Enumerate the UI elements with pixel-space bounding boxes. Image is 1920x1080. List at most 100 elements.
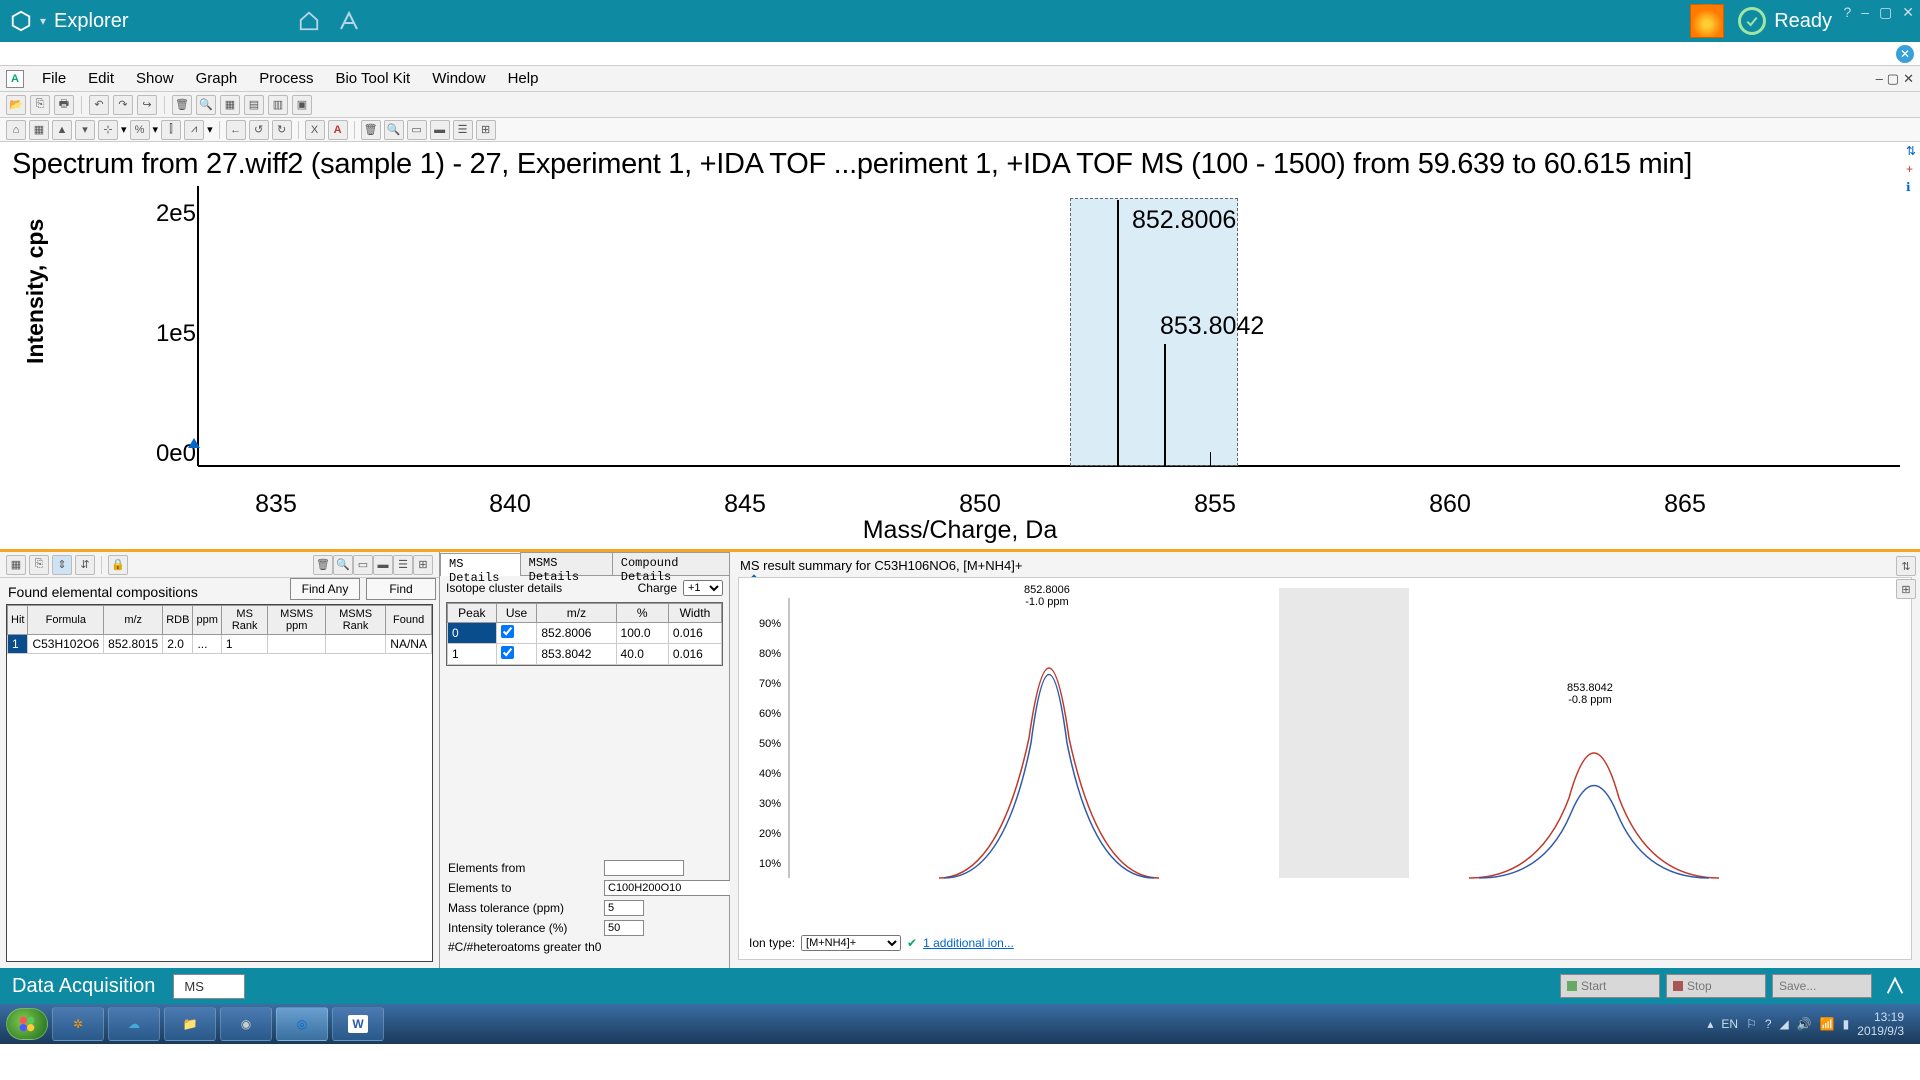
tray-vol-icon[interactable]: 🔊 bbox=[1797, 1017, 1812, 1031]
table-row[interactable]: 0 852.8006 100.0 0.016 bbox=[448, 623, 722, 644]
col-msrank[interactable]: MS Rank bbox=[221, 606, 268, 635]
delete-icon[interactable]: 🗑 bbox=[172, 95, 192, 115]
search-icon[interactable]: 🔍 bbox=[384, 120, 404, 140]
del-icon[interactable]: 🗑 bbox=[313, 555, 333, 575]
grid-icon[interactable]: ▦ bbox=[6, 555, 26, 575]
layout4-icon[interactable]: ▣ bbox=[292, 95, 312, 115]
forward-icon[interactable]: ↪ bbox=[137, 95, 157, 115]
win-c-icon[interactable]: ☰ bbox=[393, 555, 413, 575]
tray-flag-icon[interactable]: ⚐ bbox=[1746, 1017, 1757, 1031]
threshold-icon[interactable]: ⊹ bbox=[98, 120, 118, 140]
status-thumbnail-icon[interactable] bbox=[1690, 4, 1724, 38]
taskbar-item[interactable]: ✲ bbox=[52, 1007, 104, 1041]
stop-button[interactable]: Stop bbox=[1666, 974, 1766, 998]
compositions-table[interactable]: Hit Formula m/z RDB ppm MS Rank MSMS ppm… bbox=[6, 604, 433, 962]
taskbar-item[interactable]: ☁ bbox=[108, 1007, 160, 1041]
col-rdb[interactable]: RDB bbox=[163, 606, 193, 635]
taskbar-item[interactable]: ◎ bbox=[276, 1007, 328, 1041]
percent-icon[interactable]: % bbox=[130, 120, 150, 140]
find-button[interactable]: Find bbox=[366, 578, 436, 600]
undo-icon[interactable]: ↶ bbox=[89, 95, 109, 115]
use-checkbox[interactable] bbox=[501, 646, 514, 659]
layout2-icon[interactable]: ▤ bbox=[244, 95, 264, 115]
mass-tol-input[interactable] bbox=[604, 900, 644, 916]
lock-icon[interactable]: 🔒 bbox=[108, 555, 128, 575]
fwd2-nav-icon[interactable]: ↻ bbox=[272, 120, 292, 140]
menu-help[interactable]: Help bbox=[498, 68, 549, 89]
int-tol-input[interactable] bbox=[604, 920, 644, 936]
charge-select[interactable]: +1 bbox=[683, 580, 723, 596]
menu-edit[interactable]: Edit bbox=[78, 68, 124, 89]
restore-pane-icon[interactable]: ▢ bbox=[1887, 71, 1899, 87]
tab-compound-details[interactable]: Compound Details bbox=[612, 552, 730, 575]
expand-icon[interactable]: ⇕ bbox=[52, 555, 72, 575]
collapse-icon[interactable]: ⇵ bbox=[75, 555, 95, 575]
sciex-logo-icon[interactable] bbox=[335, 7, 363, 35]
marker-triangle-icon[interactable] bbox=[188, 438, 200, 448]
taskbar-item[interactable]: 📁 bbox=[164, 1007, 216, 1041]
col-ppm[interactable]: ppm bbox=[193, 606, 221, 635]
tray-bat-icon[interactable]: ▮ bbox=[1843, 1017, 1850, 1031]
window4-icon[interactable]: ⊞ bbox=[476, 120, 496, 140]
layout3-icon[interactable]: ▥ bbox=[268, 95, 288, 115]
start-button-icon[interactable] bbox=[6, 1008, 48, 1040]
taskbar-clock[interactable]: 13:19 2019/9/3 bbox=[1857, 1010, 1904, 1039]
copy2-icon[interactable]: ⎘ bbox=[29, 555, 49, 575]
peak-down-icon[interactable]: ▾ bbox=[75, 120, 95, 140]
elements-to-input[interactable] bbox=[604, 880, 734, 896]
find-any-button[interactable]: Find Any bbox=[290, 578, 360, 600]
trash-icon[interactable]: 🗑 bbox=[361, 120, 381, 140]
zoom2-icon[interactable]: 🔍 bbox=[333, 555, 353, 575]
zoom-icon[interactable]: 🔍 bbox=[196, 95, 216, 115]
redo-icon[interactable]: ↷ bbox=[113, 95, 133, 115]
tray-help-icon[interactable]: ? bbox=[1765, 1017, 1772, 1031]
layout1-icon[interactable]: ▦ bbox=[220, 95, 240, 115]
copy-icon[interactable]: ⎘ bbox=[30, 95, 50, 115]
link2-icon[interactable]: ⇅ bbox=[1896, 556, 1916, 576]
formula-icon[interactable]: A bbox=[328, 120, 348, 140]
isotope-comparison-plot[interactable]: 90% 80% 70% 60% 50% 40% 30% 20% 10% 852.… bbox=[738, 577, 1912, 960]
window3-icon[interactable]: ☰ bbox=[453, 120, 473, 140]
xic-icon[interactable]: X bbox=[305, 120, 325, 140]
spectrum-plot[interactable]: Intensity, cps Mass/Charge, Da 2e5 1e5 0… bbox=[10, 184, 1910, 547]
window2-icon[interactable]: ▬ bbox=[430, 120, 450, 140]
save-button[interactable]: Save... bbox=[1772, 974, 1872, 998]
tray-sig-icon[interactable]: 📶 bbox=[1820, 1017, 1835, 1031]
fwd-nav-icon[interactable]: ↺ bbox=[249, 120, 269, 140]
win-d-icon[interactable]: ⊞ bbox=[413, 555, 433, 575]
isotope-table[interactable]: Peak Use m/z % Width 0 852.8006 100.0 0.… bbox=[446, 602, 723, 666]
close-pane-icon[interactable]: ✕ bbox=[1903, 71, 1914, 87]
menu-process[interactable]: Process bbox=[249, 68, 323, 89]
table-row[interactable]: 1 853.8042 40.0 0.016 bbox=[448, 644, 722, 665]
tab-msms-details[interactable]: MSMS Details bbox=[520, 552, 613, 575]
home-plot-icon[interactable]: ⌂ bbox=[6, 120, 26, 140]
tray-icon[interactable]: ▴ bbox=[1707, 1017, 1713, 1031]
open-icon[interactable]: 📂 bbox=[6, 95, 26, 115]
table-icon[interactable]: ▦ bbox=[29, 120, 49, 140]
menu-window[interactable]: Window bbox=[422, 68, 495, 89]
close-icon[interactable]: ✕ bbox=[1902, 4, 1914, 21]
use-checkbox[interactable] bbox=[501, 625, 514, 638]
window1-icon[interactable]: ▭ bbox=[407, 120, 427, 140]
tray-net-icon[interactable]: ◢ bbox=[1780, 1017, 1789, 1031]
col-found[interactable]: Found bbox=[386, 606, 432, 635]
help-icon[interactable]: ? bbox=[1843, 4, 1851, 21]
additional-ion-link[interactable]: 1 additional ion... bbox=[923, 936, 1014, 950]
close-document-icon[interactable]: ✕ bbox=[1896, 45, 1914, 63]
col-mz[interactable]: m/z bbox=[104, 606, 163, 635]
ion-type-select[interactable]: [M+NH4]+ bbox=[801, 935, 901, 951]
peak-up-icon[interactable]: ▲ bbox=[52, 120, 72, 140]
elements-from-input[interactable] bbox=[604, 860, 684, 876]
print-icon[interactable]: 🖶 bbox=[54, 95, 74, 115]
menu-file[interactable]: File bbox=[32, 68, 76, 89]
tray-lang-icon[interactable]: EN bbox=[1721, 1017, 1738, 1031]
link-pane-icon[interactable]: ⇅ bbox=[1906, 144, 1916, 158]
back-nav-icon[interactable]: ← bbox=[226, 120, 246, 140]
tab-ms-details[interactable]: MS Details bbox=[440, 553, 521, 576]
info-icon[interactable]: ℹ bbox=[1906, 180, 1916, 194]
col-msmsppm[interactable]: MSMS ppm bbox=[268, 606, 325, 635]
menu-graph[interactable]: Graph bbox=[186, 68, 248, 89]
menu-show[interactable]: Show bbox=[126, 68, 184, 89]
minimize-icon[interactable]: – bbox=[1861, 4, 1869, 21]
menu-biotoolkit[interactable]: Bio Tool Kit bbox=[325, 68, 420, 89]
